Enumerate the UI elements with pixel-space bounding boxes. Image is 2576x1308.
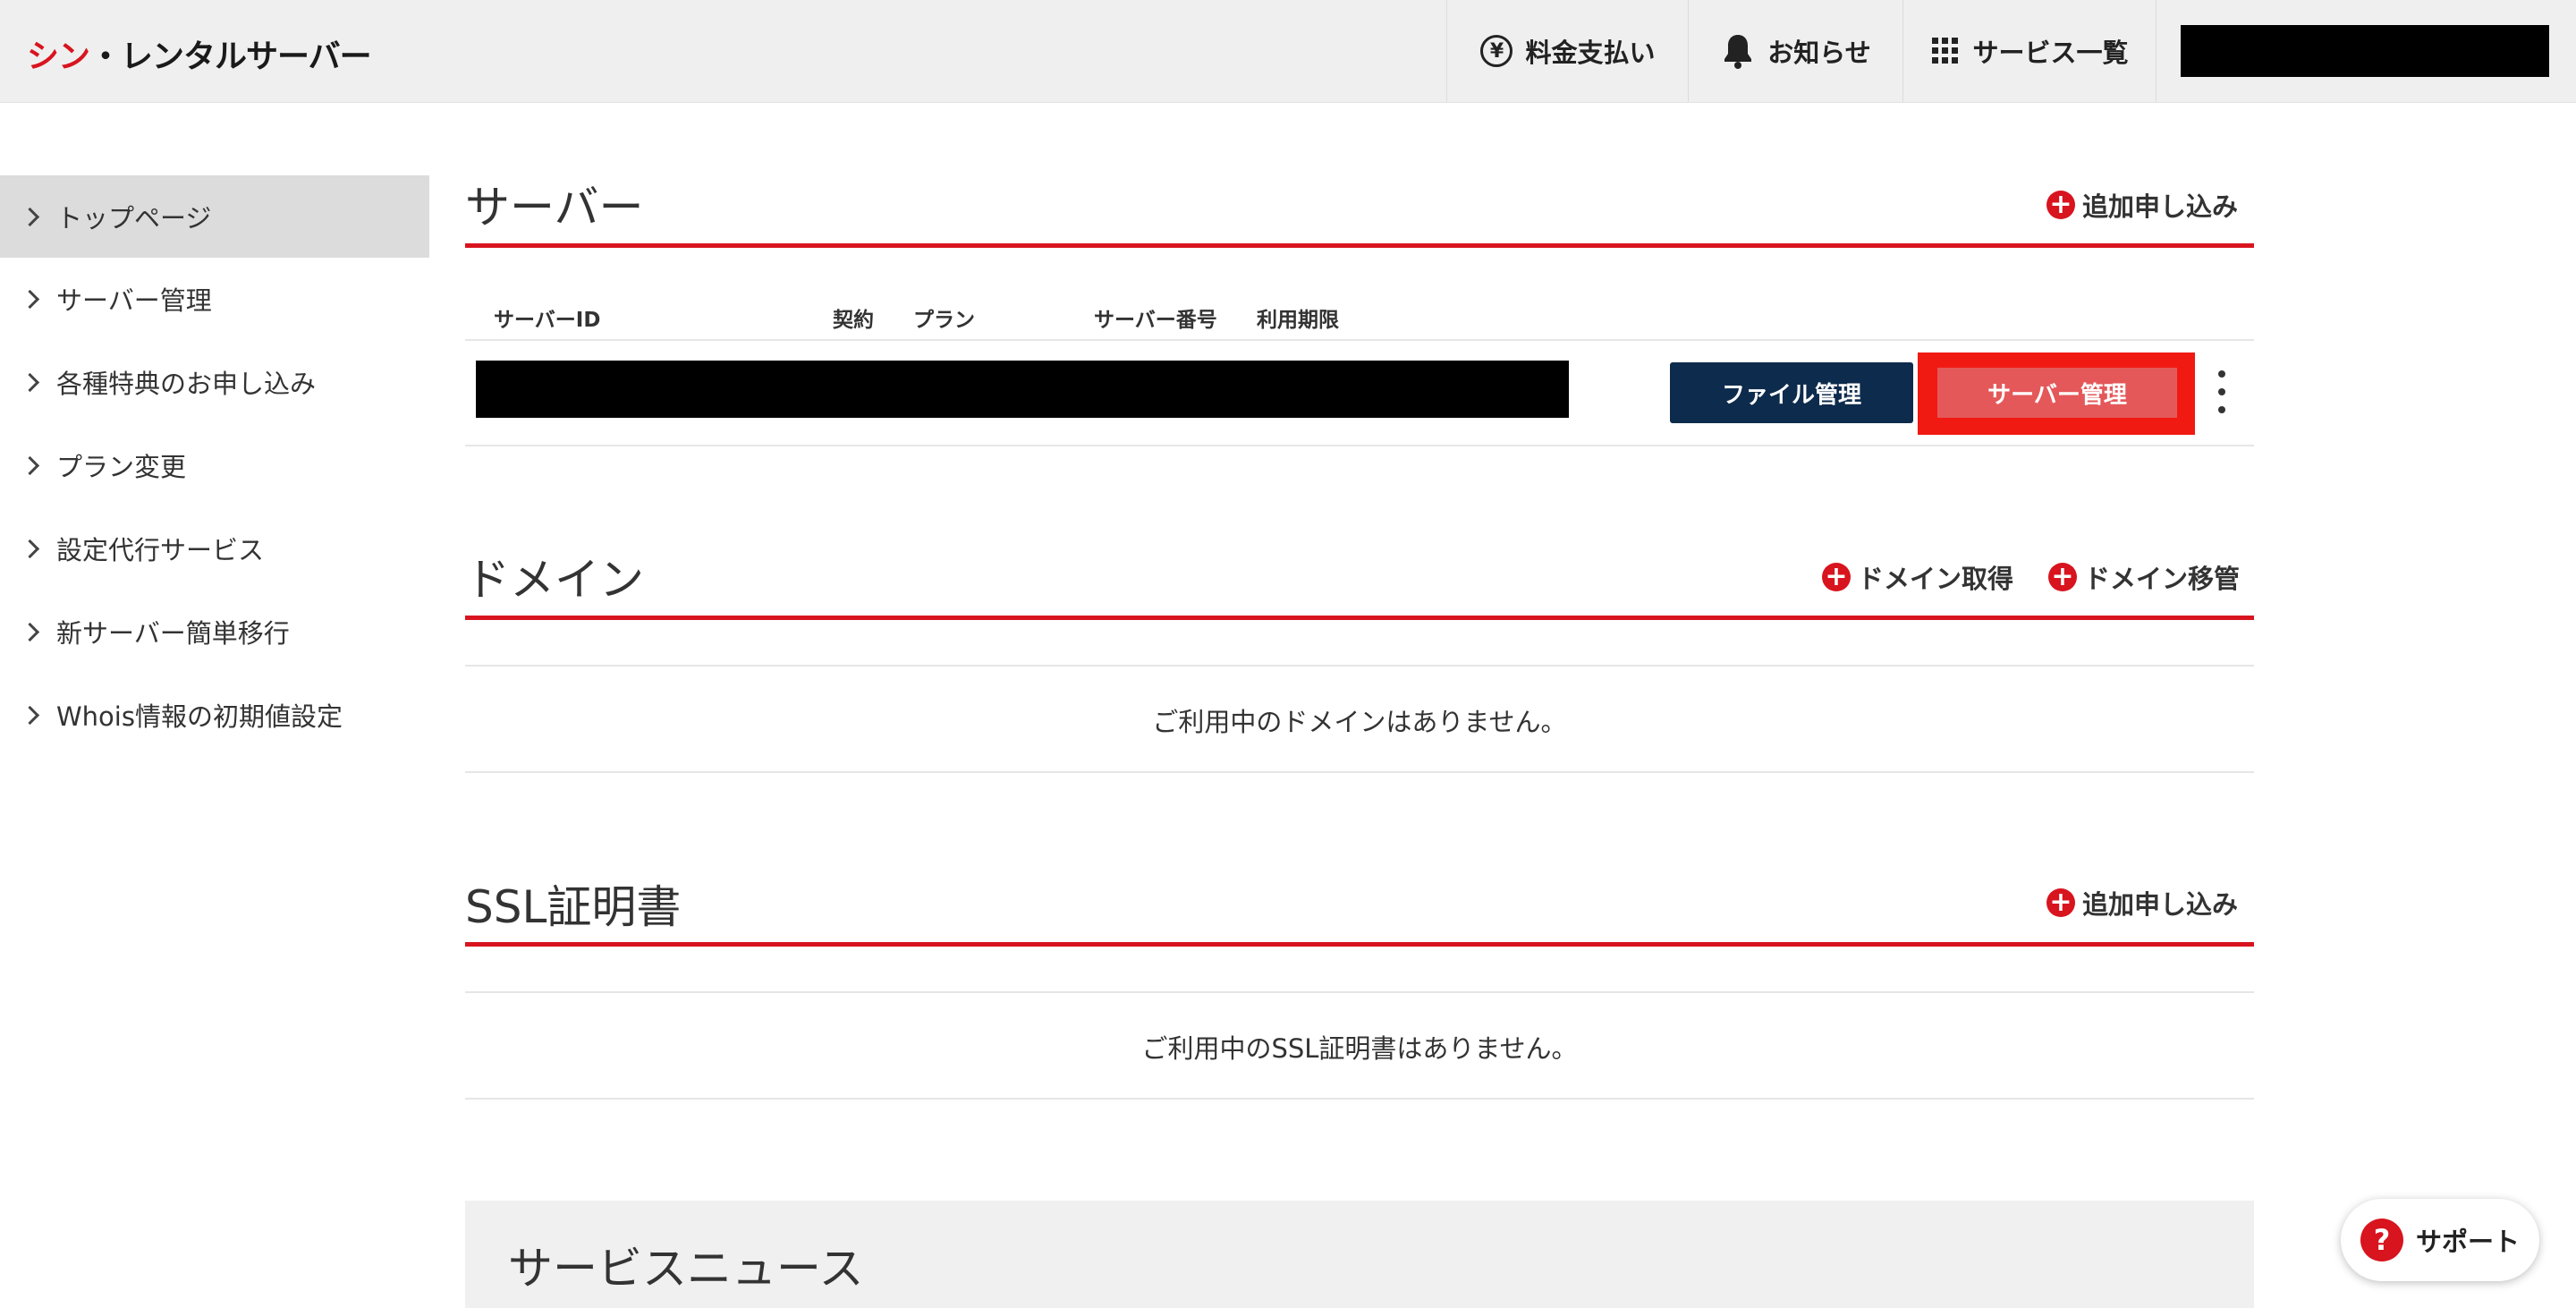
server-section-title: サーバー — [465, 182, 644, 234]
sidebar-item-label: トップページ — [56, 203, 212, 234]
nav-services[interactable]: サービス一覧 — [1902, 0, 2157, 102]
plus-circle-icon: + — [1822, 563, 1851, 591]
sidebar-item-label: サーバー管理 — [56, 285, 212, 316]
domain-section-title: ドメイン — [465, 554, 644, 606]
sidebar-item-label: Whois情報の初期値設定 — [56, 701, 343, 732]
sidebar-item-label: 新サーバー簡単移行 — [56, 618, 290, 649]
ssl-divider — [465, 991, 2254, 993]
more-options-icon[interactable] — [2213, 370, 2231, 413]
sidebar-item-whois[interactable]: Whois情報の初期値設定 — [0, 674, 429, 756]
domain-transfer-label: ドメイン移管 — [2084, 564, 2241, 594]
sidebar-item-migration[interactable]: 新サーバー簡単移行 — [0, 590, 429, 673]
domain-title-underline — [465, 616, 2254, 620]
nav-billing[interactable]: ¥ 料金支払い — [1446, 0, 1689, 102]
site-logo[interactable]: シン・レンタルサーバー — [27, 30, 372, 75]
redacted-server-info — [476, 361, 1569, 418]
domain-divider — [465, 665, 2254, 667]
sidebar-item-plan-change[interactable]: プラン変更 — [0, 424, 429, 506]
domain-acquire-link[interactable]: + ドメイン取得 — [1822, 558, 2013, 596]
plus-circle-icon: + — [2046, 191, 2075, 219]
col-server-number: サーバー番号 — [1094, 309, 1217, 332]
chevron-right-icon — [20, 622, 40, 641]
logo-text: ・レンタルサーバー — [89, 38, 372, 75]
ssl-divider — [465, 1098, 2254, 1100]
sidebar-item-label: 設定代行サービス — [56, 535, 265, 565]
col-plan: プラン — [913, 309, 975, 332]
ssl-section-title: SSL証明書 — [465, 881, 682, 933]
highlight-box: サーバー管理 — [1918, 352, 2195, 435]
sidebar-item-label: プラン変更 — [56, 452, 187, 482]
top-header: シン・レンタルサーバー ¥ 料金支払い お知らせ サービス一覧 — [0, 0, 2576, 103]
domain-divider — [465, 771, 2254, 773]
server-title-underline — [465, 243, 2254, 248]
bell-icon — [1721, 32, 1755, 70]
table-divider — [465, 339, 2254, 341]
domain-transfer-link[interactable]: + ドメイン移管 — [2048, 558, 2240, 596]
sidebar-item-server-management[interactable]: サーバー管理 — [0, 258, 429, 340]
chevron-right-icon — [20, 372, 40, 392]
nav-services-label: サービス一覧 — [1972, 38, 2129, 68]
domain-acquire-label: ドメイン取得 — [1858, 564, 2014, 594]
redacted-account — [2181, 25, 2549, 77]
ssl-title-underline — [465, 942, 2254, 947]
sidebar-item-benefits[interactable]: 各種特典のお申し込み — [0, 341, 429, 423]
service-news-title: サービスニュース — [508, 1243, 864, 1295]
col-expiry: 利用期限 — [1257, 309, 1339, 332]
chevron-right-icon — [20, 705, 40, 725]
logo-red-text: シン — [27, 38, 90, 75]
plus-circle-icon: + — [2048, 563, 2077, 591]
server-management-button[interactable]: サーバー管理 — [1937, 368, 2177, 418]
table-divider — [465, 445, 2254, 446]
question-icon: ? — [2360, 1219, 2403, 1261]
ssl-add-link[interactable]: + 追加申し込み — [2046, 884, 2238, 922]
nav-notices-label: お知らせ — [1767, 38, 1871, 68]
file-management-button[interactable]: ファイル管理 — [1670, 362, 1913, 423]
sidebar-item-label: 各種特典のお申し込み — [56, 369, 317, 399]
nav-billing-label: 料金支払い — [1525, 38, 1656, 68]
support-button[interactable]: ? サポート — [2341, 1199, 2539, 1281]
server-add-label: 追加申し込み — [2082, 191, 2239, 222]
sidebar-item-top[interactable]: トップページ — [0, 175, 429, 258]
grid-icon — [1931, 37, 1960, 65]
chevron-right-icon — [20, 455, 40, 475]
sidebar-item-setup-service[interactable]: 設定代行サービス — [0, 507, 429, 590]
ssl-empty-message: ご利用中のSSL証明書はありません。 — [1141, 1033, 1578, 1064]
yen-icon: ¥ — [1480, 35, 1513, 67]
col-contract: 契約 — [833, 309, 874, 332]
support-label: サポート — [2415, 1227, 2520, 1257]
ssl-add-label: 追加申し込み — [2082, 889, 2239, 920]
server-add-link[interactable]: + 追加申し込み — [2046, 186, 2238, 224]
chevron-right-icon — [20, 289, 40, 309]
col-server-id: サーバーID — [494, 309, 601, 332]
nav-notices[interactable]: お知らせ — [1688, 0, 1903, 102]
chevron-right-icon — [20, 207, 40, 226]
domain-empty-message: ご利用中のドメインはありません。 — [1152, 707, 1567, 737]
chevron-right-icon — [20, 539, 40, 558]
service-news-panel: サービスニュース — [465, 1201, 2254, 1308]
plus-circle-icon: + — [2046, 888, 2075, 917]
